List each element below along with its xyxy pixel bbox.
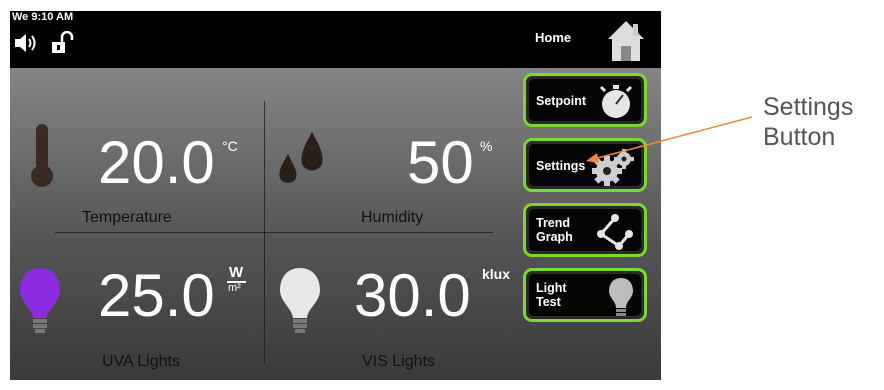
annotation-text: Settings Button — [763, 92, 853, 152]
annotation-line1: Settings — [763, 93, 854, 121]
annotation-line2: Button — [763, 123, 836, 151]
annotation-arrow — [586, 116, 753, 163]
